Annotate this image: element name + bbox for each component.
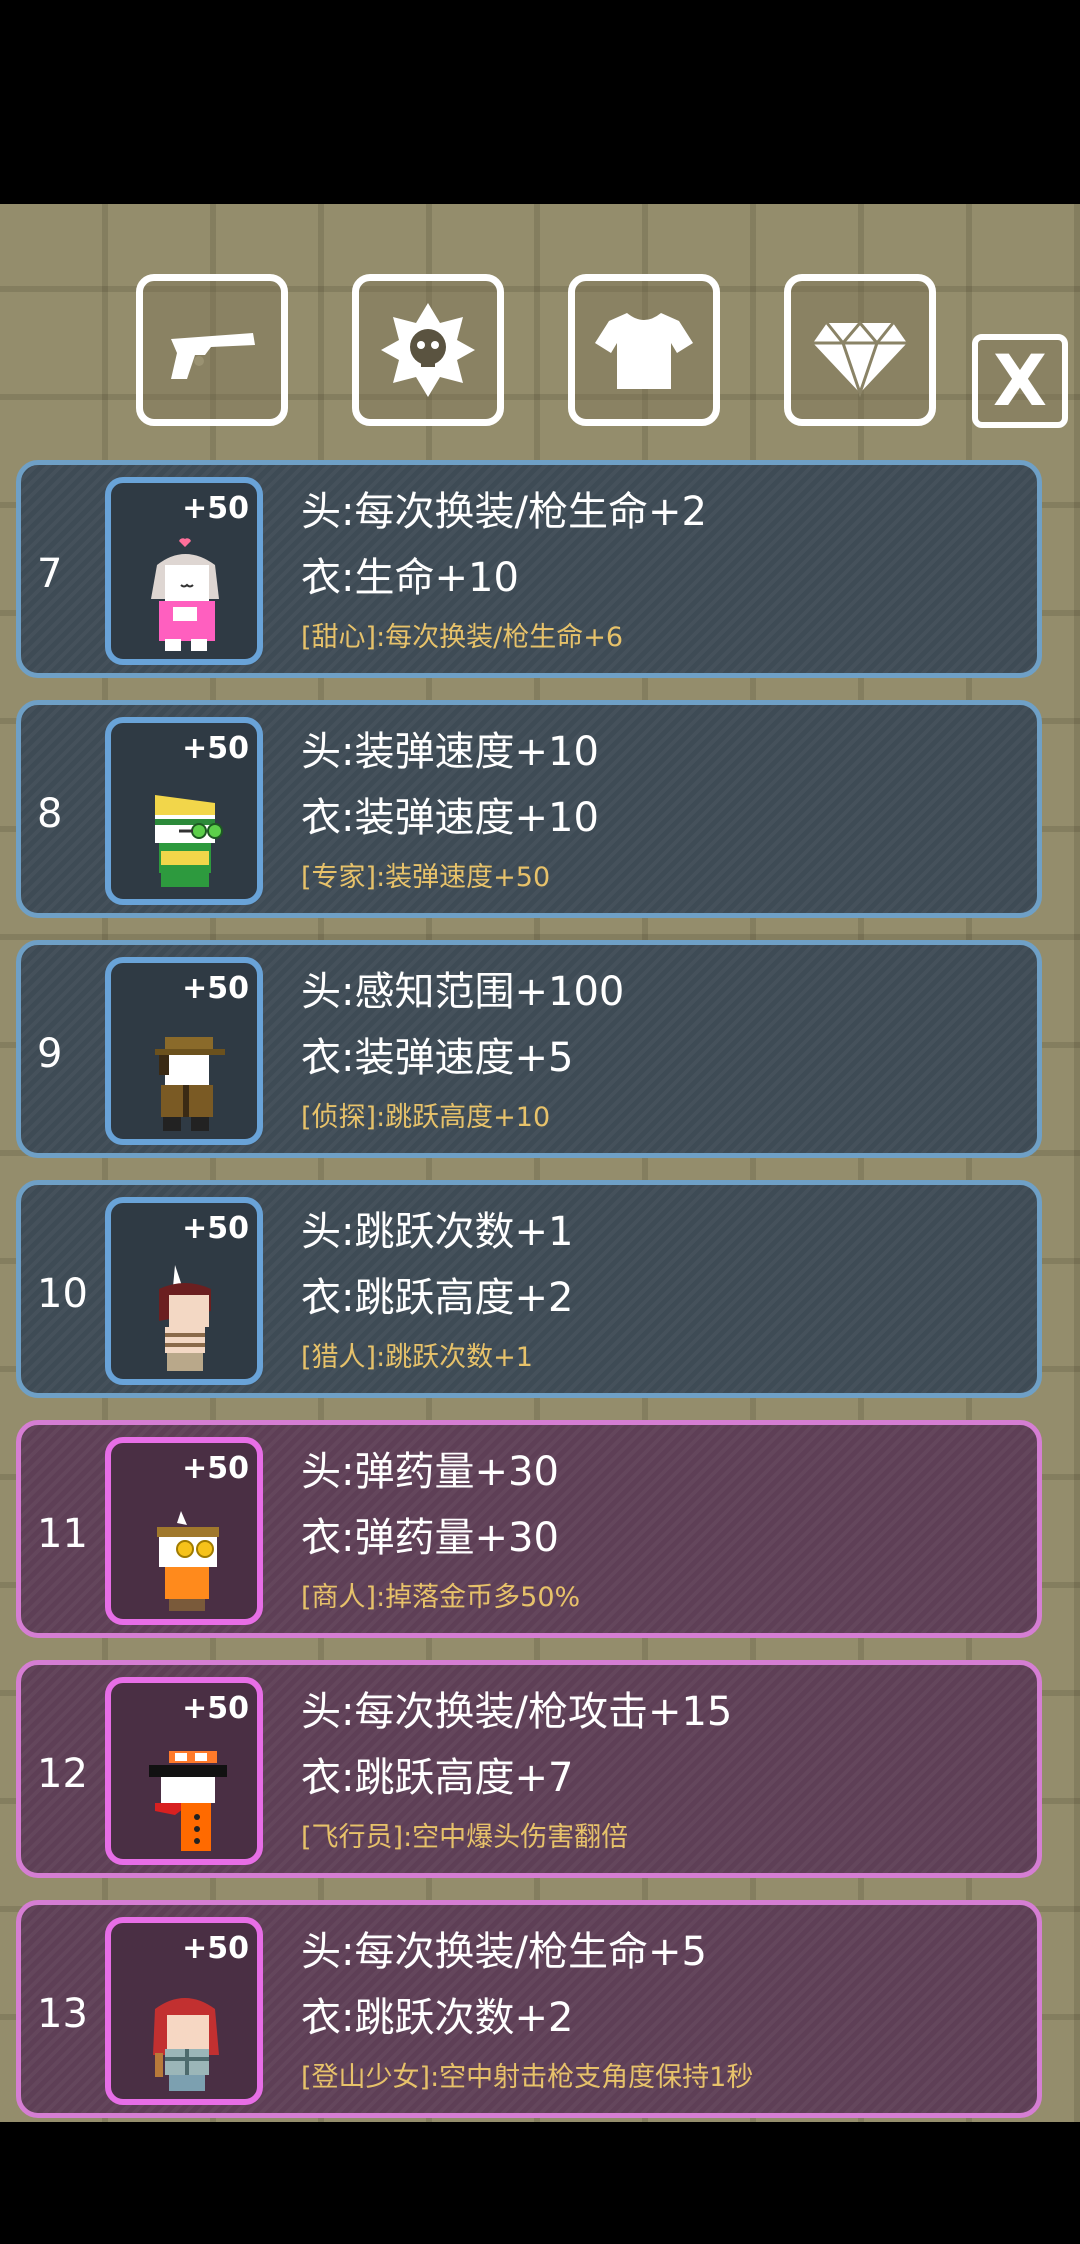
body-bonus-text: 衣:跳跃高度+2 [301, 1275, 574, 1321]
trait-text: [甜心]:每次换装/枪生命+6 [301, 622, 624, 653]
bonus-badge: +50 [182, 971, 249, 1006]
card-number: 8 [37, 791, 63, 837]
character-card[interactable]: 8 +50 头:装弹速度+10 衣:装弹速度+10 [专家]:装弹速度+50 [16, 700, 1042, 918]
card-number: 13 [37, 1991, 88, 2037]
card-number: 7 [37, 551, 63, 597]
hunter-avatar-icon [159, 1265, 211, 1371]
body-bonus-text: 衣:生命+10 [301, 555, 519, 601]
head-bonus-text: 头:每次换装/枪生命+5 [301, 1929, 707, 1975]
character-portrait: +50 [105, 1197, 263, 1385]
climber-girl-avatar-icon [153, 1998, 219, 2091]
tab-characters[interactable] [352, 274, 504, 426]
trait-text: [猎人]:跳跃次数+1 [301, 1342, 533, 1373]
character-portrait: +50 [105, 717, 263, 905]
bonus-badge: +50 [182, 1931, 249, 1966]
body-bonus-text: 衣:弹药量+30 [301, 1515, 559, 1561]
detective-avatar-icon [155, 1037, 225, 1131]
merchant-avatar-icon [157, 1511, 219, 1611]
character-portrait: +50 [105, 1917, 263, 2105]
bonus-badge: +50 [182, 1691, 249, 1726]
shirt-icon [595, 313, 693, 389]
body-bonus-text: 衣:装弹速度+10 [301, 795, 599, 841]
head-bonus-text: 头:感知范围+100 [301, 969, 625, 1015]
body-bonus-text: 衣:装弹速度+5 [301, 1035, 574, 1081]
bonus-badge: +50 [182, 491, 249, 526]
card-number: 11 [37, 1511, 88, 1557]
tab-outfits[interactable] [568, 274, 720, 426]
tab-weapons[interactable] [136, 274, 288, 426]
character-card[interactable]: 11 +50 头:弹药量+30 衣:弹药量+30 [商人]:掉落金币多50% [16, 1420, 1042, 1638]
category-tabs: X [0, 274, 1080, 434]
character-portrait: +50 [105, 477, 263, 665]
card-number: 9 [37, 1031, 63, 1077]
close-button[interactable]: X [972, 334, 1068, 428]
head-bonus-text: 头:每次换装/枪生命+2 [301, 489, 707, 535]
pilot-avatar-icon [149, 1751, 227, 1851]
character-card[interactable]: 13 +50 头:每次换装/枪生命+5 衣:跳跃次数+2 [登山少女]:空中射击… [16, 1900, 1042, 2118]
character-card[interactable]: 7 +50 头:每次换装/枪生命+2 衣:生命+10 [甜心]:每次换装/枪生命… [16, 460, 1042, 678]
expert-avatar-icon [155, 795, 223, 887]
head-bonus-text: 头:装弹速度+10 [301, 729, 599, 775]
card-number: 12 [37, 1751, 88, 1797]
body-bonus-text: 衣:跳跃次数+2 [301, 1995, 574, 2041]
tab-gems[interactable] [784, 274, 936, 426]
revolver-icon [171, 333, 255, 379]
character-portrait: +50 [105, 1677, 263, 1865]
skull-badge-icon [381, 303, 475, 397]
card-number: 10 [37, 1271, 88, 1317]
trait-text: [专家]:装弹速度+50 [301, 862, 551, 893]
head-bonus-text: 头:弹药量+30 [301, 1449, 559, 1495]
bonus-badge: +50 [182, 1211, 249, 1246]
character-portrait: +50 [105, 1437, 263, 1625]
trait-text: [登山少女]:空中射击枪支角度保持1秒 [301, 2062, 754, 2093]
head-bonus-text: 头:每次换装/枪攻击+15 [301, 1689, 733, 1735]
trait-text: [侦探]:跳跃高度+10 [301, 1102, 551, 1133]
sweetheart-avatar-icon [151, 538, 219, 651]
character-card[interactable]: 12 +50 头:每次换装/枪攻击+15 衣:跳跃高度+7 [飞行员]:空中爆头… [16, 1660, 1042, 1878]
bonus-badge: +50 [182, 1451, 249, 1486]
bonus-badge: +50 [182, 731, 249, 766]
body-bonus-text: 衣:跳跃高度+7 [301, 1755, 574, 1801]
character-card[interactable]: 10 +50 头:跳跃次数+1 衣:跳跃高度+2 [猎人]:跳跃次数+1 [16, 1180, 1042, 1398]
game-screen: X 7 +50 头:每次换装/枪生命+2 衣:生命+10 [甜心]:每次换装/枪… [0, 204, 1080, 2122]
head-bonus-text: 头:跳跃次数+1 [301, 1209, 574, 1255]
trait-text: [商人]:掉落金币多50% [301, 1582, 581, 1613]
character-portrait: +50 [105, 957, 263, 1145]
diamond-icon [813, 320, 907, 398]
character-card[interactable]: 9 +50 头:感知范围+100 衣:装弹速度+5 [侦探]:跳跃高度+10 [16, 940, 1042, 1158]
trait-text: [飞行员]:空中爆头伤害翻倍 [301, 1822, 629, 1853]
